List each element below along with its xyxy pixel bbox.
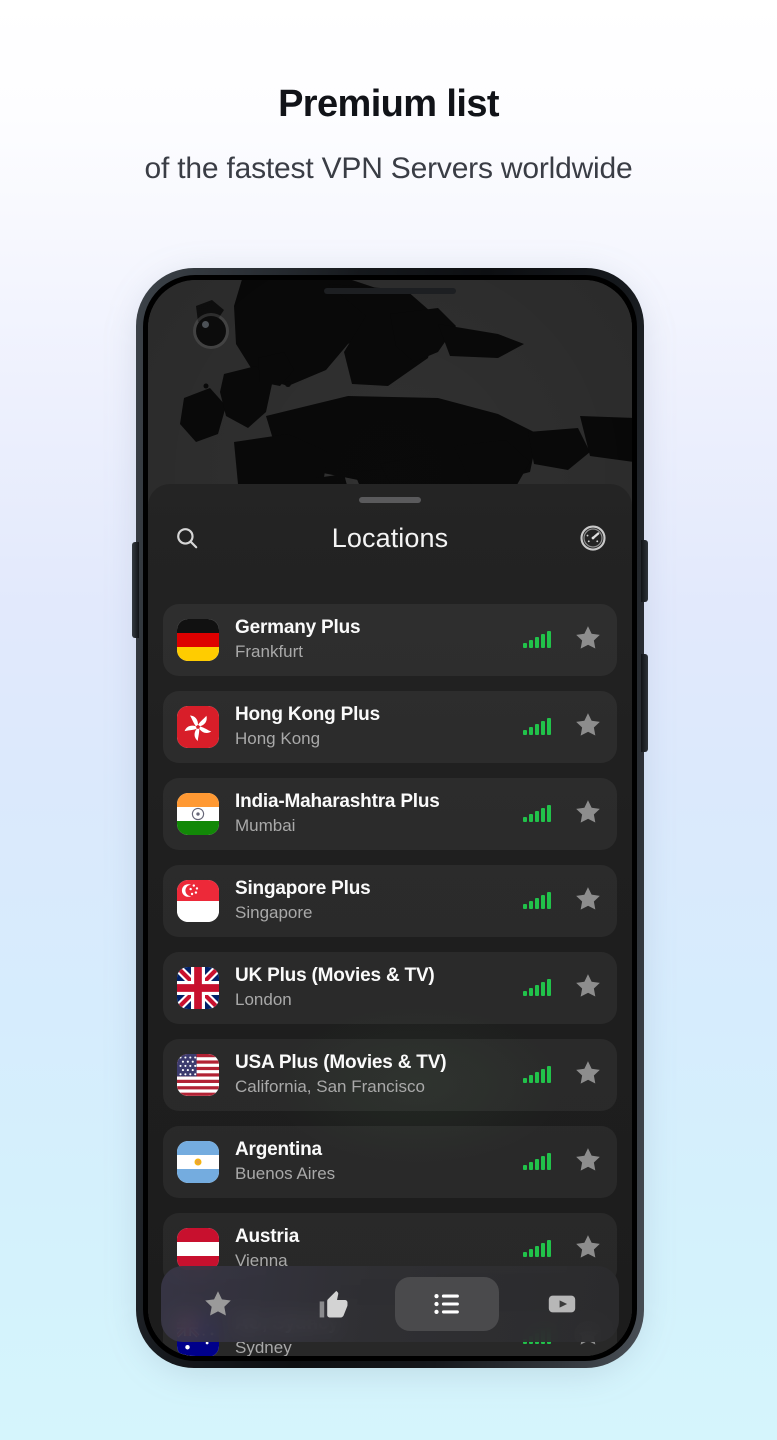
location-row[interactable]: UK Plus (Movies & TV) London bbox=[163, 952, 617, 1024]
flag-icon-gb bbox=[177, 967, 219, 1009]
location-text: Hong Kong Plus Hong Kong bbox=[235, 704, 523, 749]
flag-icon-de bbox=[177, 619, 219, 661]
location-row[interactable]: USA Plus (Movies & TV) California, San F… bbox=[163, 1039, 617, 1111]
location-name: Austria bbox=[235, 1226, 300, 1248]
location-city: Hong Kong bbox=[235, 729, 321, 749]
phone-button-left[interactable] bbox=[132, 542, 139, 638]
location-city: London bbox=[235, 990, 292, 1010]
front-camera bbox=[196, 316, 226, 346]
flag-icon-hk bbox=[177, 706, 219, 748]
flag-icon-ar bbox=[177, 1141, 219, 1183]
location-row[interactable]: Argentina Buenos Aires bbox=[163, 1126, 617, 1198]
bottom-navigation bbox=[161, 1266, 619, 1342]
active-tab-pill bbox=[395, 1277, 500, 1331]
favorite-star-icon[interactable] bbox=[573, 1145, 603, 1180]
favorite-star-icon[interactable] bbox=[573, 797, 603, 832]
location-text: Argentina Buenos Aires bbox=[235, 1139, 523, 1184]
nav-item-all-servers[interactable] bbox=[390, 1266, 505, 1342]
flag-icon-in bbox=[177, 793, 219, 835]
locations-sheet: Locations Germany Plus Frankfurt Hong Ko… bbox=[148, 484, 632, 1356]
signal-strength-icon bbox=[523, 1153, 551, 1170]
location-row[interactable]: Hong Kong Plus Hong Kong bbox=[163, 691, 617, 763]
location-city: Buenos Aires bbox=[235, 1164, 336, 1184]
location-name: Hong Kong Plus bbox=[235, 704, 380, 726]
locations-list[interactable]: Germany Plus Frankfurt Hong Kong Plus Ho… bbox=[148, 604, 632, 1356]
flag-icon-at bbox=[177, 1228, 219, 1270]
location-row[interactable]: Germany Plus Frankfurt bbox=[163, 604, 617, 676]
signal-strength-icon bbox=[523, 805, 551, 822]
location-name: Germany Plus bbox=[235, 617, 361, 639]
favorite-star-icon[interactable] bbox=[573, 884, 603, 919]
favorite-star-icon[interactable] bbox=[573, 1058, 603, 1093]
favorite-star-icon[interactable] bbox=[573, 623, 603, 658]
phone-mockup: Locations Germany Plus Frankfurt Hong Ko… bbox=[132, 268, 648, 1373]
signal-strength-icon bbox=[523, 979, 551, 996]
flag-icon-sg bbox=[177, 880, 219, 922]
favorite-star-icon[interactable] bbox=[573, 1232, 603, 1267]
favorite-star-icon[interactable] bbox=[573, 971, 603, 1006]
list-icon bbox=[434, 1293, 460, 1315]
location-name: UK Plus (Movies & TV) bbox=[235, 965, 435, 987]
signal-strength-icon bbox=[523, 631, 551, 648]
play-video-icon bbox=[548, 1295, 575, 1313]
location-city: Frankfurt bbox=[235, 642, 304, 662]
page-headings: Premium list of the fastest VPN Servers … bbox=[0, 0, 777, 186]
location-text: India-Maharashtra Plus Mumbai bbox=[235, 791, 523, 836]
speedometer-icon[interactable] bbox=[576, 521, 610, 555]
location-city: Mumbai bbox=[235, 816, 296, 836]
nav-item-favorites[interactable] bbox=[161, 1266, 276, 1342]
signal-strength-icon bbox=[523, 1066, 551, 1083]
phone-frame: Locations Germany Plus Frankfurt Hong Ko… bbox=[132, 268, 648, 1368]
thumbs-up-icon bbox=[319, 1290, 348, 1318]
sheet-title: Locations bbox=[331, 522, 449, 553]
signal-strength-icon bbox=[523, 892, 551, 909]
location-text: Austria Vienna bbox=[235, 1226, 523, 1271]
flag-icon-us bbox=[177, 1054, 219, 1096]
phone-button-right-bottom[interactable] bbox=[641, 654, 648, 752]
location-text: Singapore Plus Singapore bbox=[235, 878, 523, 923]
phone-screen: Locations Germany Plus Frankfurt Hong Ko… bbox=[148, 280, 632, 1356]
location-name: USA Plus (Movies & TV) bbox=[235, 1052, 447, 1074]
location-text: Germany Plus Frankfurt bbox=[235, 617, 523, 662]
location-text: USA Plus (Movies & TV) California, San F… bbox=[235, 1052, 523, 1097]
nav-item-recommended[interactable] bbox=[276, 1266, 391, 1342]
nav-item-video[interactable] bbox=[505, 1266, 620, 1342]
location-name: India-Maharashtra Plus bbox=[235, 791, 440, 813]
phone-button-right-top[interactable] bbox=[641, 540, 648, 602]
location-row[interactable]: India-Maharashtra Plus Mumbai bbox=[163, 778, 617, 850]
favorite-star-icon[interactable] bbox=[573, 710, 603, 745]
page-title: Premium list bbox=[278, 83, 499, 125]
sheet-drag-handle[interactable] bbox=[359, 497, 421, 503]
location-row[interactable]: Singapore Plus Singapore bbox=[163, 865, 617, 937]
phone-bezel: Locations Germany Plus Frankfurt Hong Ko… bbox=[143, 275, 637, 1361]
page-subtitle: of the fastest VPN Servers worldwide bbox=[144, 151, 633, 185]
location-name: Singapore Plus bbox=[235, 878, 371, 900]
search-icon[interactable] bbox=[170, 521, 204, 555]
location-city: California, San Francisco bbox=[235, 1077, 425, 1097]
signal-strength-icon bbox=[523, 1240, 551, 1257]
location-text: UK Plus (Movies & TV) London bbox=[235, 965, 523, 1010]
sheet-header: Locations bbox=[148, 507, 632, 569]
earpiece-speaker bbox=[324, 288, 456, 294]
signal-strength-icon bbox=[523, 718, 551, 735]
location-city: Singapore bbox=[235, 903, 313, 923]
star-icon bbox=[205, 1291, 232, 1316]
location-name: Argentina bbox=[235, 1139, 322, 1161]
